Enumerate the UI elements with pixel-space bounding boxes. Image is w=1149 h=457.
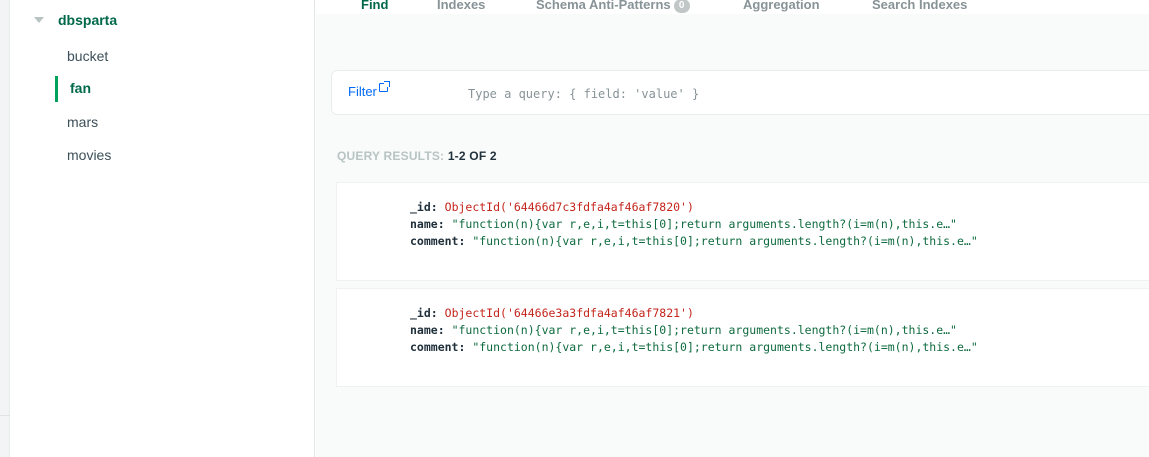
main-panel: Find Indexes Schema Anti-Patterns 0 Aggre…	[316, 0, 1149, 457]
sidebar-item-movies[interactable]: movies	[55, 143, 305, 167]
field-value: "function(n){var r,e,i,t=this[0];return …	[451, 217, 957, 231]
query-results-header: QUERY RESULTS: 1-2 OF 2	[337, 149, 497, 163]
left-rail	[0, 0, 10, 457]
field-key: name:	[410, 217, 445, 231]
collection-label: bucket	[67, 48, 109, 64]
field-key: comment:	[410, 340, 466, 354]
document-card[interactable]: _id: ObjectId('64466d7c3fdfa4af46af7820'…	[336, 182, 1149, 281]
sidebar: dbsparta bucket fan mars movies	[10, 0, 315, 457]
tab-search-indexes[interactable]: Search Indexes	[872, 0, 967, 12]
doc-field-name: name: "function(n){var r,e,i,t=this[0];r…	[410, 323, 957, 337]
doc-field-name: name: "function(n){var r,e,i,t=this[0];r…	[410, 217, 957, 231]
field-value: "function(n){var r,e,i,t=this[0];return …	[472, 340, 978, 354]
tab-aggregation[interactable]: Aggregation	[743, 0, 820, 12]
collection-label: movies	[67, 147, 112, 163]
field-value: "function(n){var r,e,i,t=this[0];return …	[472, 234, 978, 248]
field-key: _id:	[410, 306, 438, 320]
doc-field-comment: comment: "function(n){var r,e,i,t=this[0…	[410, 340, 978, 354]
field-key: name:	[410, 323, 445, 337]
document-card[interactable]: _id: ObjectId('64466e3a3fdfa4af46af7821'…	[336, 288, 1149, 387]
caret-down-icon[interactable]	[34, 17, 44, 23]
sidebar-item-fan[interactable]: fan	[55, 76, 305, 102]
results-label: QUERY RESULTS:	[337, 149, 445, 163]
rail-divider	[0, 415, 10, 416]
tab-indexes[interactable]: Indexes	[437, 0, 485, 12]
field-key: comment:	[410, 234, 466, 248]
field-value: "function(n){var r,e,i,t=this[0];return …	[451, 323, 957, 337]
sidebar-item-bucket[interactable]: bucket	[55, 44, 305, 68]
collection-label: fan	[70, 80, 91, 96]
database-name: dbsparta	[58, 12, 118, 28]
tab-bar: Find Indexes Schema Anti-Patterns 0 Aggre…	[316, 0, 1149, 14]
filter-bar: Filter	[331, 70, 1149, 115]
active-indicator	[55, 76, 58, 102]
results-count: 1-2 OF 2	[447, 149, 497, 163]
collection-label: mars	[67, 114, 99, 130]
field-value: ObjectId('64466e3a3fdfa4af46af7821')	[444, 306, 694, 320]
filter-link[interactable]: Filter	[348, 81, 390, 99]
field-key: _id:	[410, 200, 438, 214]
tab-label: Schema Anti-Patterns	[536, 0, 671, 12]
tab-schema-anti-patterns[interactable]: Schema Anti-Patterns 0	[536, 0, 690, 13]
count-badge: 0	[673, 0, 690, 13]
sidebar-item-mars[interactable]: mars	[55, 110, 305, 134]
filter-label: Filter	[348, 84, 377, 99]
external-link-icon	[378, 81, 390, 92]
doc-field-id: _id: ObjectId('64466e3a3fdfa4af46af7821'…	[410, 306, 694, 320]
sidebar-database-dbsparta[interactable]: dbsparta	[34, 10, 117, 30]
filter-input[interactable]	[468, 84, 1028, 104]
field-value: ObjectId('64466d7c3fdfa4af46af7820')	[444, 200, 694, 214]
doc-field-id: _id: ObjectId('64466d7c3fdfa4af46af7820'…	[410, 200, 694, 214]
doc-field-comment: comment: "function(n){var r,e,i,t=this[0…	[410, 234, 978, 248]
tab-find[interactable]: Find	[361, 0, 388, 12]
